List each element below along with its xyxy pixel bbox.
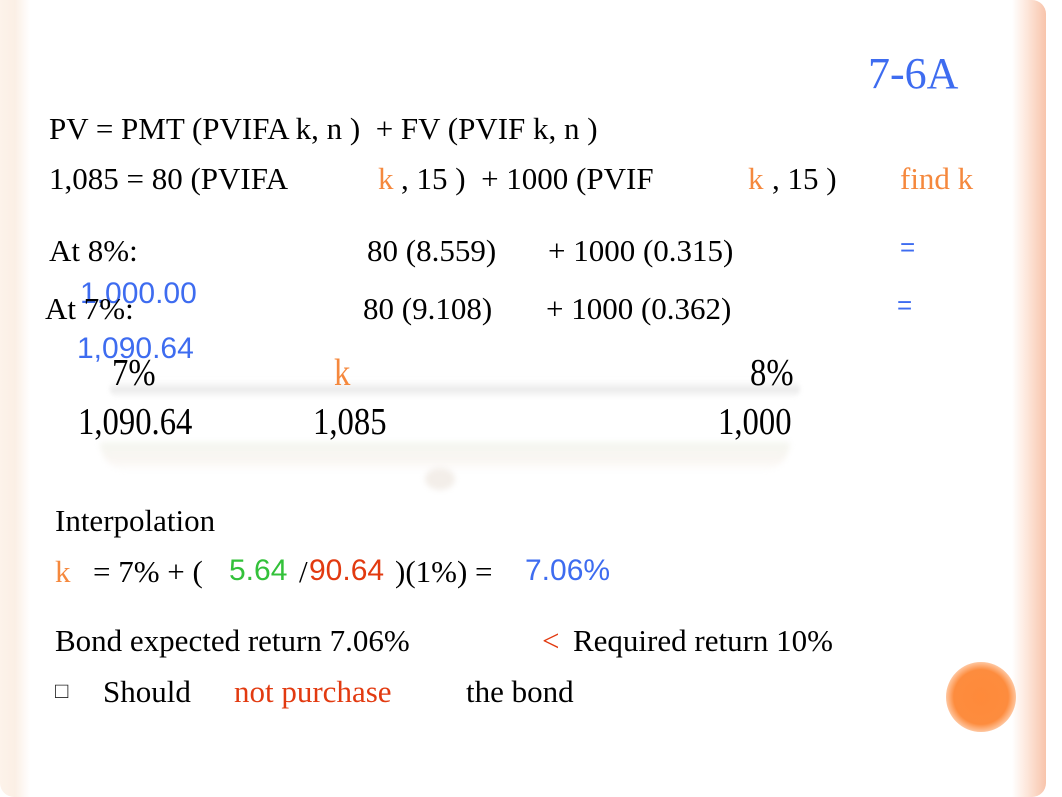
interpolation-bar-shadow bbox=[110, 380, 800, 398]
interpolation-heading: Interpolation bbox=[55, 503, 216, 538]
interpolation-brace-shadow bbox=[100, 442, 790, 472]
should-text: Should bbox=[103, 674, 191, 709]
interpolation-brace-notch bbox=[425, 468, 455, 490]
slide-title: 7-6A bbox=[868, 49, 959, 98]
right-edge bbox=[1046, 0, 1062, 797]
interp-k: k bbox=[55, 554, 71, 589]
left-decorative-bar bbox=[0, 0, 30, 797]
value-8pct: 1,000 bbox=[718, 401, 792, 443]
the-bond-text: the bond bbox=[466, 674, 574, 709]
trial-pvif-term: + 1000 (0.315) bbox=[548, 233, 734, 268]
right-decorative-bar bbox=[1012, 0, 1046, 797]
less-than-sign: < bbox=[542, 623, 560, 658]
trial-label: At 8%: bbox=[49, 233, 138, 268]
interp-expr-end: )(1%) = bbox=[395, 554, 493, 589]
rate-8pct: 8% bbox=[750, 352, 794, 394]
formula-general: PV = PMT (PVIFA k, n ) + FV (PVIF k, n ) bbox=[49, 111, 598, 146]
interp-result: 7.06% bbox=[525, 554, 611, 587]
trial-pvif-term: + 1000 (0.362) bbox=[546, 291, 732, 326]
orange-circle-decoration bbox=[946, 662, 1016, 732]
trial-equals: = bbox=[897, 290, 913, 320]
value-k: 1,085 bbox=[313, 401, 387, 443]
trial-label: At 7%: bbox=[45, 291, 134, 326]
trial-pvifa-term: 80 (9.108) bbox=[363, 291, 493, 326]
interp-expr-start: = 7% + ( bbox=[93, 554, 203, 589]
formula-k-2: k bbox=[748, 161, 764, 196]
slide: 7-6A PV = PMT (PVIFA k, n ) + FV (PVIF k… bbox=[0, 0, 1062, 797]
rate-k: k bbox=[334, 352, 351, 394]
rate-7pct: 7% bbox=[112, 352, 156, 394]
comparison-left: Bond expected return 7.06% bbox=[55, 623, 410, 658]
formula-part-1: 1,085 = 80 (PVIFA bbox=[49, 161, 289, 196]
not-purchase-text: not purchase bbox=[234, 674, 392, 709]
interp-denominator: 90.64 bbox=[309, 554, 385, 587]
formula-part-3: , 15 ) bbox=[772, 161, 837, 196]
trial-pvifa-term: 80 (8.559) bbox=[367, 233, 497, 268]
comparison-right: Required return 10% bbox=[573, 623, 833, 658]
find-k-note: find k bbox=[900, 161, 974, 196]
formula-k-1: k bbox=[378, 161, 394, 196]
trial-equals: = bbox=[900, 232, 916, 262]
interp-slash: / bbox=[299, 554, 308, 589]
bullet-box-icon: □ bbox=[55, 678, 69, 703]
formula-part-2: , 15 ) + 1000 (PVIF bbox=[401, 161, 654, 196]
interp-numerator: 5.64 bbox=[229, 554, 288, 587]
value-7pct: 1,090.64 bbox=[78, 401, 193, 443]
